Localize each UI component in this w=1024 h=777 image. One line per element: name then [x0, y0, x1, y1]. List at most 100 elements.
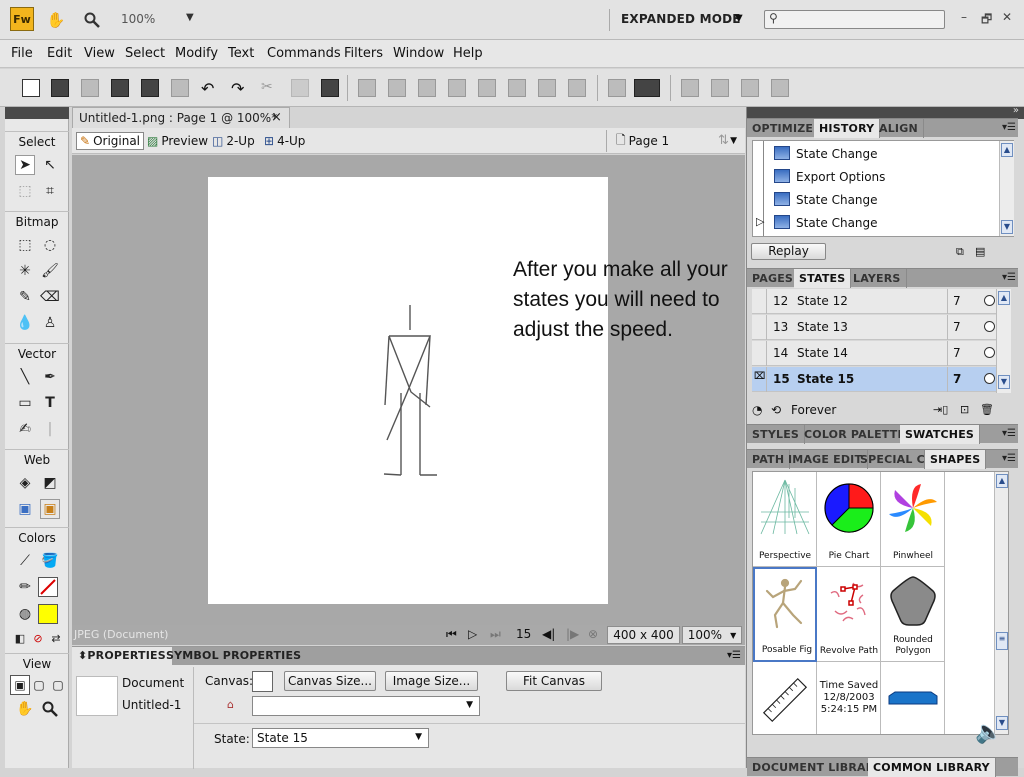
document-canvas[interactable]	[208, 177, 608, 604]
menu-select[interactable]: Select	[125, 46, 165, 61]
previous-frame-icon[interactable]: ◀|	[542, 627, 555, 641]
shape-ruler[interactable]	[753, 662, 817, 734]
history-step[interactable]: ▷ State Change	[753, 211, 999, 234]
menu-filters[interactable]: Filters	[344, 46, 383, 61]
stroke-color-swatch[interactable]	[38, 577, 58, 597]
join-icon[interactable]	[418, 79, 436, 97]
status-zoom-select[interactable]: 100% ▼	[682, 626, 742, 644]
scroll-down-icon[interactable]: ▼	[998, 375, 1010, 389]
speaker-icon[interactable]: 🔈	[975, 720, 1002, 745]
marquee-tool-icon[interactable]: ⬚	[15, 235, 35, 255]
replay-button[interactable]: Replay	[751, 243, 826, 260]
save-command-icon[interactable]: ▤	[975, 245, 985, 258]
rotate-icon[interactable]	[681, 79, 699, 97]
scroll-down-icon[interactable]: ▼	[1001, 220, 1013, 234]
close-icon[interactable]: ✕	[1002, 10, 1012, 24]
animation-select[interactable]: ▼	[252, 696, 480, 716]
pencil-tool-icon[interactable]: ✎	[15, 287, 35, 307]
shape-pie-chart[interactable]: Pie Chart	[817, 472, 881, 567]
fill-color-icon[interactable]: ◍	[15, 604, 35, 624]
open-icon[interactable]	[81, 79, 99, 97]
paste-icon[interactable]	[321, 79, 339, 97]
swap-colors-icon[interactable]: ⇄	[46, 628, 66, 648]
restore-icon[interactable]: 🗗	[981, 10, 992, 31]
rotate-ccw-icon[interactable]	[711, 79, 729, 97]
view-preview-button[interactable]: ▨ Preview	[144, 132, 211, 150]
view-4up-button[interactable]: ⊞ 4-Up	[261, 132, 308, 150]
canvas-color-swatch[interactable]	[252, 671, 273, 692]
state-visibility-icon[interactable]	[984, 321, 995, 332]
first-frame-icon[interactable]: ⏮	[446, 627, 457, 642]
show-slices-icon[interactable]: ▣	[40, 499, 60, 519]
standard-screen-mode-icon[interactable]: ▣	[10, 675, 30, 695]
undo-icon[interactable]: ↶	[201, 79, 219, 98]
brush-tool-icon[interactable]: 🖌	[40, 261, 60, 281]
menu-commands[interactable]: Commands	[267, 46, 341, 61]
tab-swatches[interactable]: SWATCHES	[900, 425, 981, 444]
blur-tool-icon[interactable]: 💧	[15, 313, 35, 333]
new-state-icon[interactable]: ⊡	[960, 403, 969, 416]
scroll-up-icon[interactable]: ▲	[1001, 143, 1013, 157]
menu-edit[interactable]: Edit	[47, 46, 72, 61]
last-frame-icon[interactable]: ⏭	[490, 627, 501, 642]
scale-tool-icon[interactable]: ⬚	[15, 181, 35, 201]
eyedropper-tool-icon[interactable]: ⟋	[15, 551, 35, 571]
distribute-icon[interactable]	[608, 79, 626, 97]
image-size-button[interactable]: Image Size...	[385, 671, 478, 691]
zoom-dropdown-arrow-icon[interactable]: ▼	[186, 12, 194, 23]
tab-history[interactable]: HISTORY	[814, 119, 881, 138]
zoom-tool-icon[interactable]	[40, 699, 60, 719]
bring-to-front-icon[interactable]	[508, 79, 526, 97]
flip-vertical-icon[interactable]	[771, 79, 789, 97]
shape-rounded-polygon[interactable]: Rounded Polygon	[881, 567, 945, 662]
state-visibility-icon[interactable]	[984, 373, 995, 384]
tab-layers[interactable]: LAYERS	[848, 269, 907, 288]
state-row[interactable]: 12 State 12 7	[752, 289, 1010, 314]
history-slider-handle-icon[interactable]: ▷	[756, 215, 764, 228]
close-document-icon[interactable]: ×	[271, 110, 282, 125]
tab-shapes[interactable]: SHAPES	[925, 450, 987, 469]
shape-time-saved[interactable]: Time Saved 12/8/2003 5:24:15 PM	[817, 662, 881, 734]
state-row[interactable]: 13 State 13 7	[752, 315, 1010, 340]
shape-pinwheel[interactable]: Pinwheel	[881, 472, 945, 567]
page-options-icon[interactable]: ⇅	[718, 133, 729, 148]
shape-posable-figure[interactable]: Posable Fig	[753, 567, 817, 662]
collapse-dock-icon[interactable]: »	[1013, 105, 1019, 116]
scroll-thumb[interactable]: ≡	[996, 632, 1008, 650]
tab-color-palette[interactable]: COLOR PALETTE	[799, 425, 912, 444]
hide-slices-icon[interactable]: ▣	[15, 499, 35, 519]
send-to-back-icon[interactable]	[568, 79, 586, 97]
full-screen-mode-icon[interactable]: ▢	[48, 675, 68, 695]
no-color-icon[interactable]: ⊘	[28, 628, 48, 648]
bring-forward-icon[interactable]	[478, 79, 496, 97]
shape-tab[interactable]	[881, 662, 945, 734]
freeform-tool-icon[interactable]: ✍	[15, 419, 35, 439]
play-icon[interactable]: ▷	[468, 627, 477, 641]
new-file-icon[interactable]	[22, 79, 40, 97]
history-step[interactable]: Export Options	[753, 165, 999, 188]
mode-dropdown-arrow-icon[interactable]: ▼	[735, 13, 743, 24]
rectangle-tool-icon[interactable]: ▭	[15, 393, 35, 413]
next-frame-icon[interactable]: |▶	[566, 627, 579, 641]
panel-options-icon[interactable]: ▾☰	[727, 650, 741, 661]
workspace-mode-select[interactable]: EXPANDED MODE	[621, 12, 741, 26]
scroll-up-icon[interactable]: ▲	[996, 474, 1008, 488]
state-select[interactable]: State 15 ▼	[252, 728, 429, 748]
line-tool-icon[interactable]: ╲	[15, 367, 35, 387]
import-icon[interactable]	[111, 79, 129, 97]
stop-icon[interactable]: ⊗	[588, 627, 598, 641]
copy-icon[interactable]	[291, 79, 309, 97]
panel-options-icon[interactable]: ▾☰	[1002, 272, 1016, 283]
looping-icon[interactable]: ⟲	[771, 403, 781, 417]
eraser-tool-icon[interactable]: ⌫	[40, 287, 60, 307]
state-visibility-icon[interactable]	[984, 295, 995, 306]
knife-tool-icon[interactable]: |	[40, 419, 60, 439]
save-icon[interactable]	[51, 79, 69, 97]
print-icon[interactable]	[171, 79, 189, 97]
rubber-stamp-tool-icon[interactable]: ♙	[40, 313, 60, 333]
menu-help[interactable]: Help	[453, 46, 483, 61]
distribute-to-states-icon[interactable]: ⇥▯	[933, 403, 948, 416]
menu-window[interactable]: Window	[393, 46, 444, 61]
tab-align[interactable]: ALIGN	[874, 119, 924, 138]
stroke-color-icon[interactable]: ✏	[15, 577, 35, 597]
